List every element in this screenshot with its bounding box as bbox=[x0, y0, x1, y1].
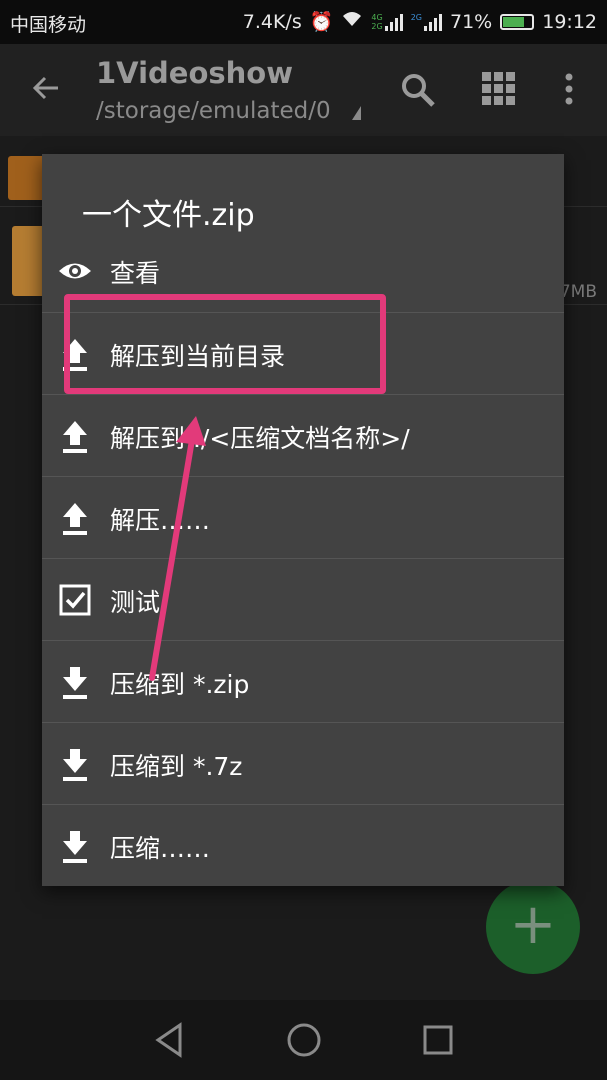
network-speed: 7.4K/s bbox=[242, 10, 302, 33]
annotation-highlight-box bbox=[64, 294, 386, 394]
more-vert-icon[interactable] bbox=[564, 72, 574, 110]
current-path[interactable]: /storage/emulated/0 bbox=[96, 98, 331, 124]
add-fab-button[interactable]: + bbox=[486, 880, 580, 974]
status-bar: 中国移动 7.4K/s ⏰ 4G 2G 2G 71% 19:12 bbox=[0, 0, 607, 44]
sim1-signal-icon: 4G 2G bbox=[371, 12, 403, 31]
menu-item-label: 压缩…… bbox=[110, 834, 211, 863]
file-options-dialog: 一个文件.zip 查看 解压到当前目录 解压到 ./<压缩文档名称>/ 解压……… bbox=[42, 154, 564, 886]
clock: 19:12 bbox=[542, 10, 597, 33]
nav-back-icon[interactable] bbox=[154, 1022, 184, 1062]
path-dropdown-icon[interactable] bbox=[352, 106, 361, 120]
menu-item-test[interactable]: 测试 bbox=[42, 558, 564, 641]
menu-item-label: 查看 bbox=[110, 259, 161, 288]
battery-icon bbox=[500, 13, 535, 30]
download-icon bbox=[58, 745, 92, 783]
dialog-title: 一个文件.zip bbox=[82, 198, 255, 233]
net-2g-label: 2G bbox=[371, 21, 383, 31]
upload-icon bbox=[58, 499, 92, 537]
file-size: 7MB bbox=[559, 282, 597, 302]
menu-item-compress-zip[interactable]: 压缩到 *.zip bbox=[42, 640, 564, 723]
alarm-icon: ⏰ bbox=[309, 11, 334, 33]
checkbox-icon bbox=[58, 581, 92, 619]
app-bar: 1Videoshow /storage/emulated/0 bbox=[0, 44, 607, 136]
menu-item-label: 解压到 ./<压缩文档名称>/ bbox=[110, 424, 410, 453]
net-4g-label: 4G bbox=[371, 12, 383, 22]
nav-home-icon[interactable] bbox=[286, 1022, 322, 1062]
upload-icon bbox=[58, 417, 92, 455]
menu-item-label: 解压…… bbox=[110, 506, 211, 535]
grid-view-icon[interactable] bbox=[482, 72, 516, 110]
wifi-icon bbox=[341, 10, 363, 33]
sim2-signal-icon: 2G bbox=[411, 13, 442, 31]
menu-item-compress[interactable]: 压缩…… bbox=[42, 804, 564, 887]
download-icon bbox=[58, 827, 92, 865]
menu-item-label: 测试 bbox=[110, 588, 161, 617]
menu-item-extract[interactable]: 解压…… bbox=[42, 476, 564, 559]
menu-item-extract-to-folder[interactable]: 解压到 ./<压缩文档名称>/ bbox=[42, 394, 564, 477]
folder-title: 1Videoshow bbox=[96, 56, 294, 90]
back-arrow-icon[interactable] bbox=[30, 72, 62, 108]
net-2g-label-b: 2G bbox=[410, 12, 422, 22]
menu-item-compress-7z[interactable]: 压缩到 *.7z bbox=[42, 722, 564, 805]
battery-percent: 71% bbox=[450, 10, 493, 33]
nav-recents-icon[interactable] bbox=[422, 1024, 454, 1060]
menu-item-label: 压缩到 *.zip bbox=[110, 670, 250, 699]
search-icon[interactable] bbox=[400, 72, 436, 112]
carrier-name: 中国移动 bbox=[10, 14, 87, 36]
download-icon bbox=[58, 663, 92, 701]
navigation-bar bbox=[0, 1000, 607, 1080]
menu-item-label: 压缩到 *.7z bbox=[110, 752, 243, 781]
eye-icon bbox=[58, 252, 92, 290]
status-right: 7.4K/s ⏰ 4G 2G 2G 71% 19:12 bbox=[242, 10, 597, 34]
